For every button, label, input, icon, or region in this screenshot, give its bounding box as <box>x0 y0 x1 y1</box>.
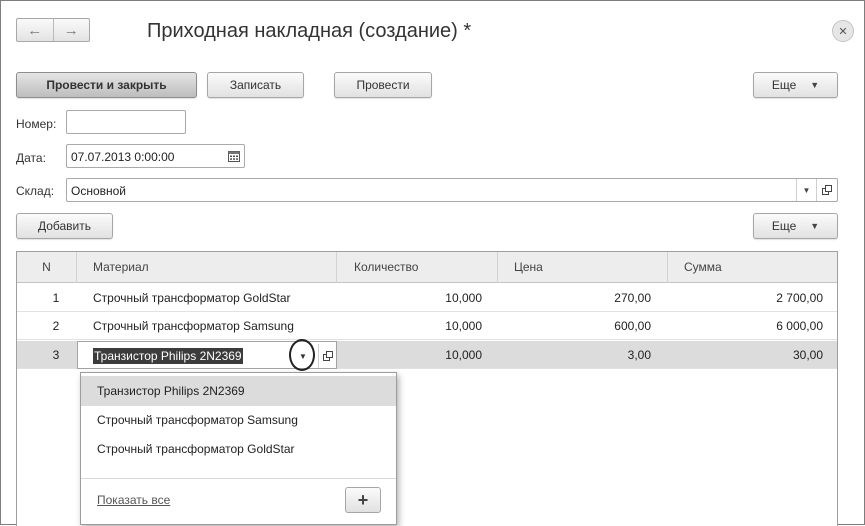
table-row[interactable]: 1 Строчный трансформатор GoldStar 10,000… <box>17 284 837 312</box>
chevron-down-icon: ▼ <box>810 80 820 90</box>
material-edit-value[interactable]: Транзистор Philips 2N2369 <box>93 348 243 364</box>
column-header-material[interactable]: Материал <box>77 252 337 283</box>
date-label: Дата: <box>16 151 46 165</box>
number-field[interactable] <box>66 110 186 134</box>
forward-arrow-icon[interactable]: → <box>52 19 90 41</box>
write-button[interactable]: Записать <box>207 72 304 98</box>
table-header: N Материал Количество Цена Сумма <box>17 252 837 283</box>
dropdown-divider <box>81 478 396 479</box>
dropdown-item[interactable]: Транзистор Philips 2N2369 <box>81 376 396 406</box>
sum-cell[interactable]: 6 000,00 <box>668 312 823 340</box>
row-number: 1 <box>52 291 60 305</box>
add-row-button[interactable]: Добавить <box>16 213 113 239</box>
table-more-label: Еще <box>771 219 797 233</box>
warehouse-value: Основной <box>71 184 127 198</box>
table-row-selected[interactable]: 3 Транзистор Philips 2N2369 ▼ 10,000 3,0… <box>17 339 837 371</box>
price-cell[interactable]: 600,00 <box>498 312 651 340</box>
dropdown-item[interactable]: Строчный трансформатор Samsung <box>81 405 396 435</box>
material-cell[interactable]: Строчный трансформатор GoldStar <box>93 284 337 312</box>
open-item-icon[interactable] <box>816 179 836 201</box>
warehouse-label: Склад: <box>16 184 55 198</box>
page-title: Приходная накладная (создание) * <box>147 20 472 42</box>
chevron-down-icon: ▼ <box>810 221 820 231</box>
dropdown-item[interactable]: Строчный трансформатор GoldStar <box>81 434 396 464</box>
more-menu-button[interactable]: Еще ▼ <box>753 72 838 98</box>
dropdown-arrow-icon[interactable]: ▼ <box>796 179 816 201</box>
material-cell[interactable]: Строчный трансформатор Samsung <box>93 312 337 340</box>
quantity-cell[interactable]: 10,000 <box>337 341 482 369</box>
dropdown-arrow-icon[interactable]: ▼ <box>292 344 314 368</box>
table-row[interactable]: 2 Строчный трансформатор Samsung 10,000 … <box>17 312 837 340</box>
date-value: 07.07.2013 0:00:00 <box>71 150 175 164</box>
sum-cell[interactable]: 30,00 <box>668 341 823 369</box>
navigation-buttons: ← → <box>16 18 90 42</box>
add-new-button[interactable]: + <box>345 487 381 513</box>
column-header-n[interactable]: N <box>17 252 77 283</box>
calendar-icon[interactable] <box>224 145 244 167</box>
date-field[interactable]: 07.07.2013 0:00:00 <box>66 144 245 168</box>
material-edit-field[interactable]: Транзистор Philips 2N2369 ▼ <box>77 339 337 371</box>
row-number: 2 <box>52 319 60 333</box>
price-cell[interactable]: 270,00 <box>498 284 651 312</box>
sum-cell[interactable]: 2 700,00 <box>668 284 823 312</box>
post-and-close-button[interactable]: Провести и закрыть <box>16 72 197 98</box>
number-label: Номер: <box>16 117 57 131</box>
warehouse-field[interactable]: Основной ▼ <box>66 178 838 202</box>
quantity-cell[interactable]: 10,000 <box>337 312 482 340</box>
close-icon[interactable]: ✕ <box>832 20 854 42</box>
table-more-menu-button[interactable]: Еще ▼ <box>753 213 838 239</box>
column-header-sum[interactable]: Сумма <box>668 252 837 283</box>
post-button[interactable]: Провести <box>334 72 432 98</box>
quantity-cell[interactable]: 10,000 <box>337 284 482 312</box>
show-all-link[interactable]: Показать все <box>97 493 170 507</box>
back-arrow-icon[interactable]: ← <box>17 19 53 41</box>
column-header-quantity[interactable]: Количество <box>337 252 498 283</box>
price-cell[interactable]: 3,00 <box>498 341 651 369</box>
open-item-icon[interactable] <box>318 344 336 368</box>
more-label: Еще <box>771 78 797 92</box>
column-header-price[interactable]: Цена <box>498 252 668 283</box>
material-dropdown-list: Транзистор Philips 2N2369 Строчный транс… <box>80 372 397 525</box>
